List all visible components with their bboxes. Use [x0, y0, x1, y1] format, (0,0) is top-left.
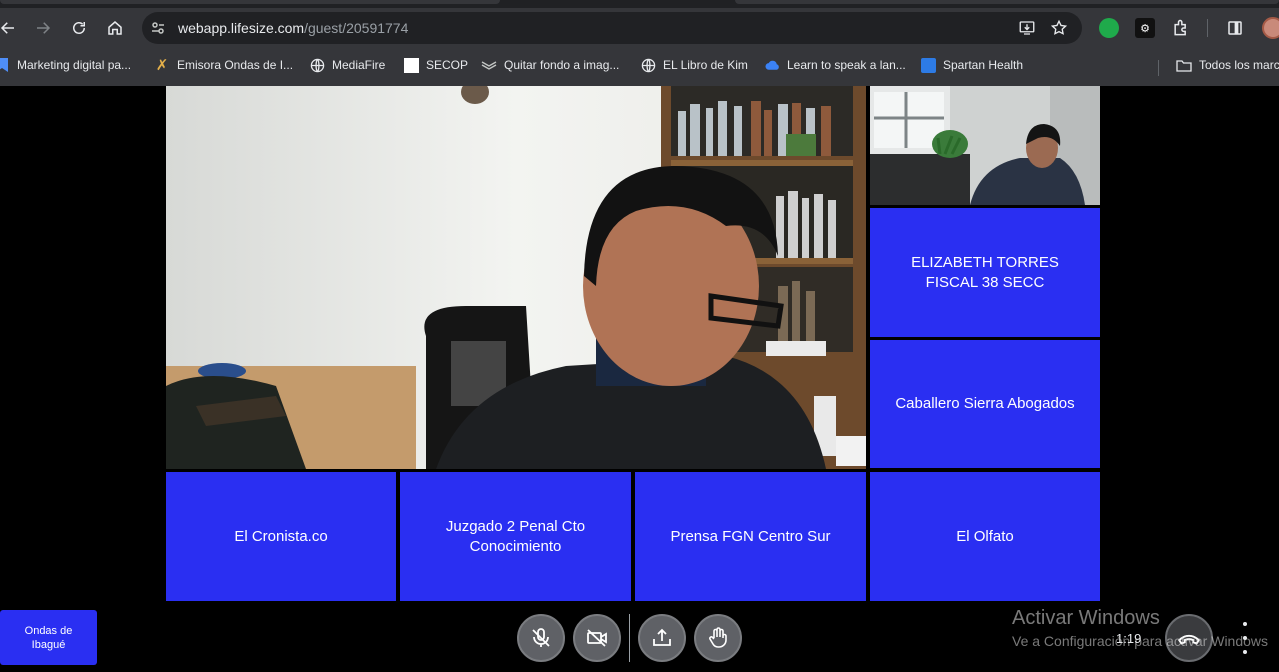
participant-name: Juzgado 2 Penal Cto Conocimiento	[445, 517, 586, 555]
site-settings-icon[interactable]	[150, 20, 166, 36]
spartan-favicon-icon	[920, 57, 936, 73]
all-bookmarks-folder[interactable]: Todos los marc	[1176, 56, 1279, 74]
bookmark-item[interactable]: EL Libro de Kim	[640, 56, 748, 74]
participant-tile[interactable]: El Olfato	[870, 472, 1100, 601]
side-panel-icon[interactable]	[1225, 18, 1245, 38]
participant-tile[interactable]: Juzgado 2 Penal Cto Conocimiento	[400, 472, 631, 601]
participant-name: El Olfato	[956, 527, 1014, 545]
speaker-video-frame	[166, 86, 866, 469]
meeting-stage: ELIZABETH TORRES FISCAL 38 SECC Caballer…	[0, 86, 1279, 672]
windows-activation-watermark: Activar Windows Ve a Configuración para …	[1012, 606, 1268, 650]
bookmark-label: Todos los marc	[1199, 58, 1279, 72]
bookmark-label: Spartan Health	[943, 58, 1024, 72]
toggle-camera-button[interactable]	[573, 614, 621, 662]
share-upload-icon	[653, 628, 671, 646]
browser-toolbar: webapp.lifesize.com/guest/20591774 ⚙	[0, 8, 1279, 48]
participant-name: El Cronista.co	[234, 527, 328, 545]
main-speaker-video[interactable]	[166, 86, 866, 469]
participant-tile[interactable]: El Cronista.co	[166, 472, 396, 601]
reload-icon	[73, 22, 85, 34]
extension-openai-icon[interactable]: ⚙	[1135, 18, 1155, 38]
bookmark-item[interactable]: Spartan Health	[920, 56, 1023, 74]
bookmark-label: Quitar fondo a imag...	[504, 58, 620, 72]
thumbnail-video-frame	[870, 86, 1100, 205]
self-view-name: Ondas de Ibagué	[24, 624, 73, 651]
microphone-off-icon	[532, 628, 550, 647]
folder-icon	[1176, 57, 1192, 73]
self-view-badge[interactable]: Ondas de Ibagué	[0, 610, 97, 665]
extensions-puzzle-icon[interactable]	[1171, 18, 1191, 38]
participant-name: Caballero Sierra Abogados	[895, 395, 1075, 412]
bookmark-item[interactable]: Learn to speak a lan...	[764, 56, 906, 74]
address-bar[interactable]: webapp.lifesize.com/guest/20591774	[142, 12, 1082, 44]
browser-chrome: webapp.lifesize.com/guest/20591774 ⚙ Mar…	[0, 0, 1279, 86]
bookmark-item[interactable]: Marketing digital pa...	[0, 56, 131, 74]
bookmark-item[interactable]: MediaFire	[309, 56, 385, 74]
radio-favicon-icon: ✗	[155, 57, 169, 74]
back-button[interactable]	[0, 16, 20, 40]
mute-microphone-button[interactable]	[517, 614, 565, 662]
raise-hand-icon	[709, 627, 727, 648]
participant-name: Prensa FGN Centro Sur	[670, 527, 831, 545]
layers-icon	[481, 57, 497, 73]
share-screen-button[interactable]	[638, 614, 686, 662]
reload-button[interactable]	[67, 16, 91, 40]
tab-strip	[0, 0, 1279, 8]
participant-name: ELIZABETH TORRES FISCAL 38 SECC	[911, 253, 1059, 291]
bookmark-label: Emisora Ondas de I...	[177, 58, 294, 72]
bookmark-label: MediaFire	[332, 58, 386, 72]
bookmark-favicon-icon	[0, 57, 10, 73]
participant-tile[interactable]: ELIZABETH TORRES FISCAL 38 SECC	[870, 208, 1100, 337]
home-button[interactable]	[103, 16, 127, 40]
bookmark-star-icon[interactable]	[1050, 19, 1068, 37]
blank-page-icon	[403, 57, 419, 73]
globe-icon	[640, 57, 656, 73]
bookmark-label: Learn to speak a lan...	[787, 58, 906, 72]
arrow-right-icon	[37, 22, 51, 34]
watermark-title: Activar Windows	[1012, 607, 1160, 629]
install-app-icon[interactable]	[1018, 19, 1036, 37]
bookmark-item[interactable]: Quitar fondo a imag...	[481, 56, 619, 74]
bookmark-item[interactable]: SECOP	[403, 56, 468, 74]
extension-green-icon[interactable]	[1099, 18, 1119, 38]
url-text[interactable]: webapp.lifesize.com/guest/20591774	[178, 20, 408, 36]
globe-icon	[309, 57, 325, 73]
camera-off-icon	[587, 629, 607, 647]
bookmark-label: EL Libro de Kim	[663, 58, 748, 72]
cloud-icon	[764, 57, 780, 73]
participant-thumbnail-video[interactable]	[870, 86, 1100, 205]
bookmark-label: Marketing digital pa...	[17, 58, 132, 72]
arrow-left-icon	[0, 22, 14, 34]
bookmarks-bar: Marketing digital pa... ✗ Emisora Ondas …	[0, 52, 1279, 78]
profile-avatar[interactable]	[1262, 17, 1279, 39]
controls-divider	[629, 614, 630, 662]
bookmark-item[interactable]: ✗ Emisora Ondas de I...	[154, 56, 293, 74]
raise-hand-button[interactable]	[694, 614, 742, 662]
forward-button[interactable]	[31, 16, 55, 40]
home-icon	[108, 21, 122, 35]
watermark-subtitle: Ve a Configuración para activar Windows	[1012, 633, 1269, 649]
bookmark-label: SECOP	[426, 58, 469, 72]
participant-tile[interactable]: Caballero Sierra Abogados	[870, 340, 1100, 468]
participant-tile[interactable]: Prensa FGN Centro Sur	[635, 472, 866, 601]
